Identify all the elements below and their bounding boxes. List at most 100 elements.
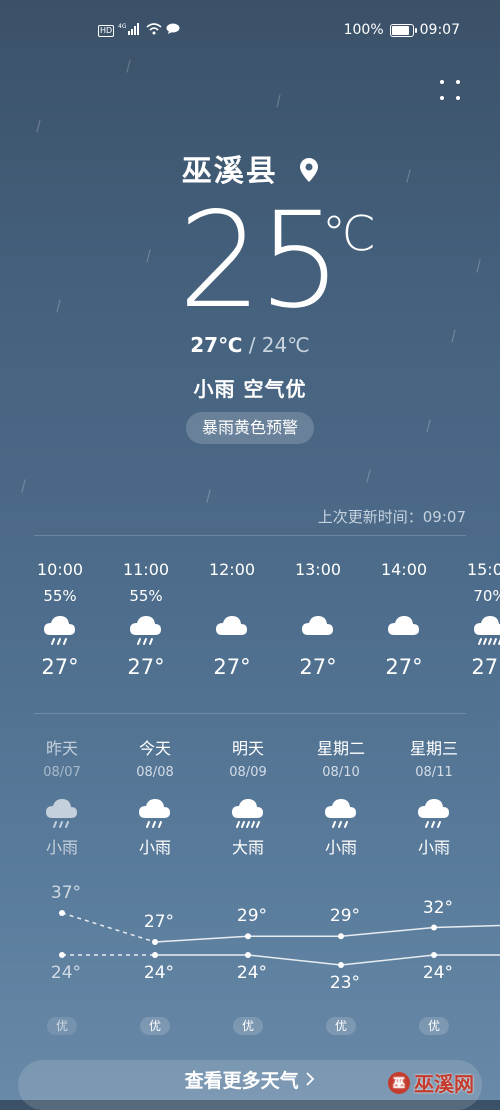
hourly-item: 11:00 55% 27°	[106, 560, 186, 679]
rain-cloud-icon	[110, 794, 200, 832]
high-low-temps: 27℃ / 24℃	[0, 333, 500, 357]
daily-item[interactable]: 星期二 08/10 小雨	[296, 735, 386, 858]
daily-item[interactable]: 星期三 08/11 小雨	[389, 735, 479, 858]
rain-cloud-icon	[106, 611, 186, 649]
day-condition: 小雨	[45, 838, 78, 857]
cloud-icon	[192, 611, 272, 649]
rain-cloud-icon	[20, 611, 100, 649]
message-icon	[166, 23, 180, 39]
hour-temperature: 27°	[213, 655, 251, 679]
hd-icon: HD	[98, 25, 115, 37]
hour-time: 13:00	[294, 560, 342, 579]
watermark-badge: 巫	[388, 1071, 410, 1094]
low-temp-point	[152, 952, 158, 958]
high-temp-label: 37°	[50, 883, 82, 903]
day-name: 星期三	[409, 739, 458, 758]
battery-percent: 100%	[343, 22, 384, 38]
watermark-logo: 巫 巫溪网	[388, 1068, 474, 1097]
day-condition: 小雨	[138, 838, 171, 857]
hourly-item: 13:00 27°	[278, 560, 358, 679]
hourly-forecast[interactable]: 10:00 55% 27° 11:00 55% 27° 12:00 27° 13:00 27° 14…	[0, 560, 500, 700]
clock: 09:07	[419, 22, 460, 38]
watermark-text: 巫溪网	[414, 1072, 474, 1096]
precipitation-chance	[278, 587, 358, 605]
low-temp-point	[431, 952, 437, 958]
current-temperature: 25	[178, 184, 342, 338]
day-name: 星期二	[316, 739, 365, 758]
hourly-item: 10:00 55% 27°	[20, 560, 100, 679]
day-condition: 小雨	[324, 838, 357, 857]
divider-top	[34, 535, 466, 536]
high-temp-point	[152, 939, 158, 945]
hour-time: 15:00	[466, 560, 500, 579]
day-name: 明天	[231, 739, 264, 758]
daily-item[interactable]: 今天 08/08 小雨	[110, 735, 200, 858]
today-high: 27℃	[190, 333, 243, 357]
daily-item[interactable]: 昨天 08/07 小雨	[17, 735, 107, 858]
day-date: 08/09	[229, 765, 267, 780]
low-temp-point	[245, 952, 251, 958]
precipitation-chance: 70%	[473, 587, 500, 605]
weather-warning-badge[interactable]: 暴雨黄色预警	[186, 412, 314, 444]
high-temp-point	[59, 910, 65, 916]
air-quality-badge: 优	[140, 1017, 170, 1035]
high-temp-point	[338, 933, 344, 940]
low-temp-label: 24°	[422, 963, 454, 983]
low-temp-label: 24°	[143, 963, 175, 983]
cloud-icon	[278, 611, 358, 649]
signal-icon: 4G	[118, 22, 142, 40]
precipitation-chance	[192, 587, 272, 605]
temperature-trend-chart: 37° 24° 27° 24° 29° 24° 29° 23° 32° 24°	[0, 860, 500, 993]
svg-text:4G: 4G	[118, 23, 127, 30]
high-temp-label: 29°	[329, 906, 361, 927]
day-date: 08/10	[322, 765, 360, 780]
hour-time: 10:00	[36, 560, 84, 579]
hour-time: 14:00	[380, 560, 428, 579]
hour-time: 12:00	[208, 560, 256, 579]
day-name: 昨天	[45, 739, 78, 758]
cloud-icon	[364, 611, 444, 649]
heavy-rain-cloud-icon	[203, 794, 293, 832]
hour-time: 11:00	[122, 560, 170, 579]
hourly-item: 12:00 27°	[192, 560, 272, 679]
precipitation-chance: 55%	[43, 587, 77, 605]
low-temp-line	[155, 954, 435, 966]
battery-icon	[389, 23, 417, 37]
day-name: 今天	[138, 739, 171, 758]
more-menu-button[interactable]	[438, 78, 462, 102]
low-temp-label: 24°	[50, 963, 82, 983]
low-temp-label: 24°	[236, 963, 268, 983]
temperature-unit: ℃	[322, 206, 376, 262]
hourly-item: 15:00 70% 27°	[450, 560, 500, 679]
condition-air-quality: 小雨 空气优	[193, 377, 307, 401]
hour-temperature: 27°	[127, 655, 165, 679]
day-date: 08/08	[136, 765, 174, 780]
low-temp-point	[338, 962, 344, 968]
more-weather-label: 查看更多天气	[184, 1070, 299, 1092]
high-temp-line	[154, 926, 435, 943]
hour-temperature: 27°	[471, 655, 500, 679]
day-date: 08/11	[415, 765, 453, 780]
status-bar: HD 4G 100% 09:07	[0, 22, 500, 44]
day-condition: 大雨	[231, 838, 264, 857]
air-quality-badge: 优	[326, 1017, 356, 1035]
precipitation-chance: 55%	[129, 587, 163, 605]
day-condition: 小雨	[417, 838, 450, 857]
air-quality-badge: 优	[419, 1017, 449, 1035]
rain-cloud-icon	[296, 794, 386, 832]
high-temp-point	[245, 933, 251, 940]
heavy-rain-cloud-icon	[450, 611, 500, 649]
air-quality-badge: 优	[47, 1017, 77, 1035]
battery-level	[391, 25, 409, 35]
status-left: HD 4G	[98, 22, 180, 40]
hour-temperature: 27°	[299, 655, 337, 679]
daily-item[interactable]: 明天 08/09 大雨	[203, 735, 293, 858]
rain-cloud-icon	[389, 794, 479, 832]
status-right: 100% 09:07	[344, 22, 460, 38]
high-temp-label: 29°	[236, 906, 268, 927]
high-temp-label: 27°	[143, 912, 175, 932]
hour-temperature: 27°	[41, 655, 79, 679]
today-low: 24℃	[261, 333, 310, 357]
divider-middle	[34, 713, 466, 714]
wifi-icon	[146, 23, 162, 39]
